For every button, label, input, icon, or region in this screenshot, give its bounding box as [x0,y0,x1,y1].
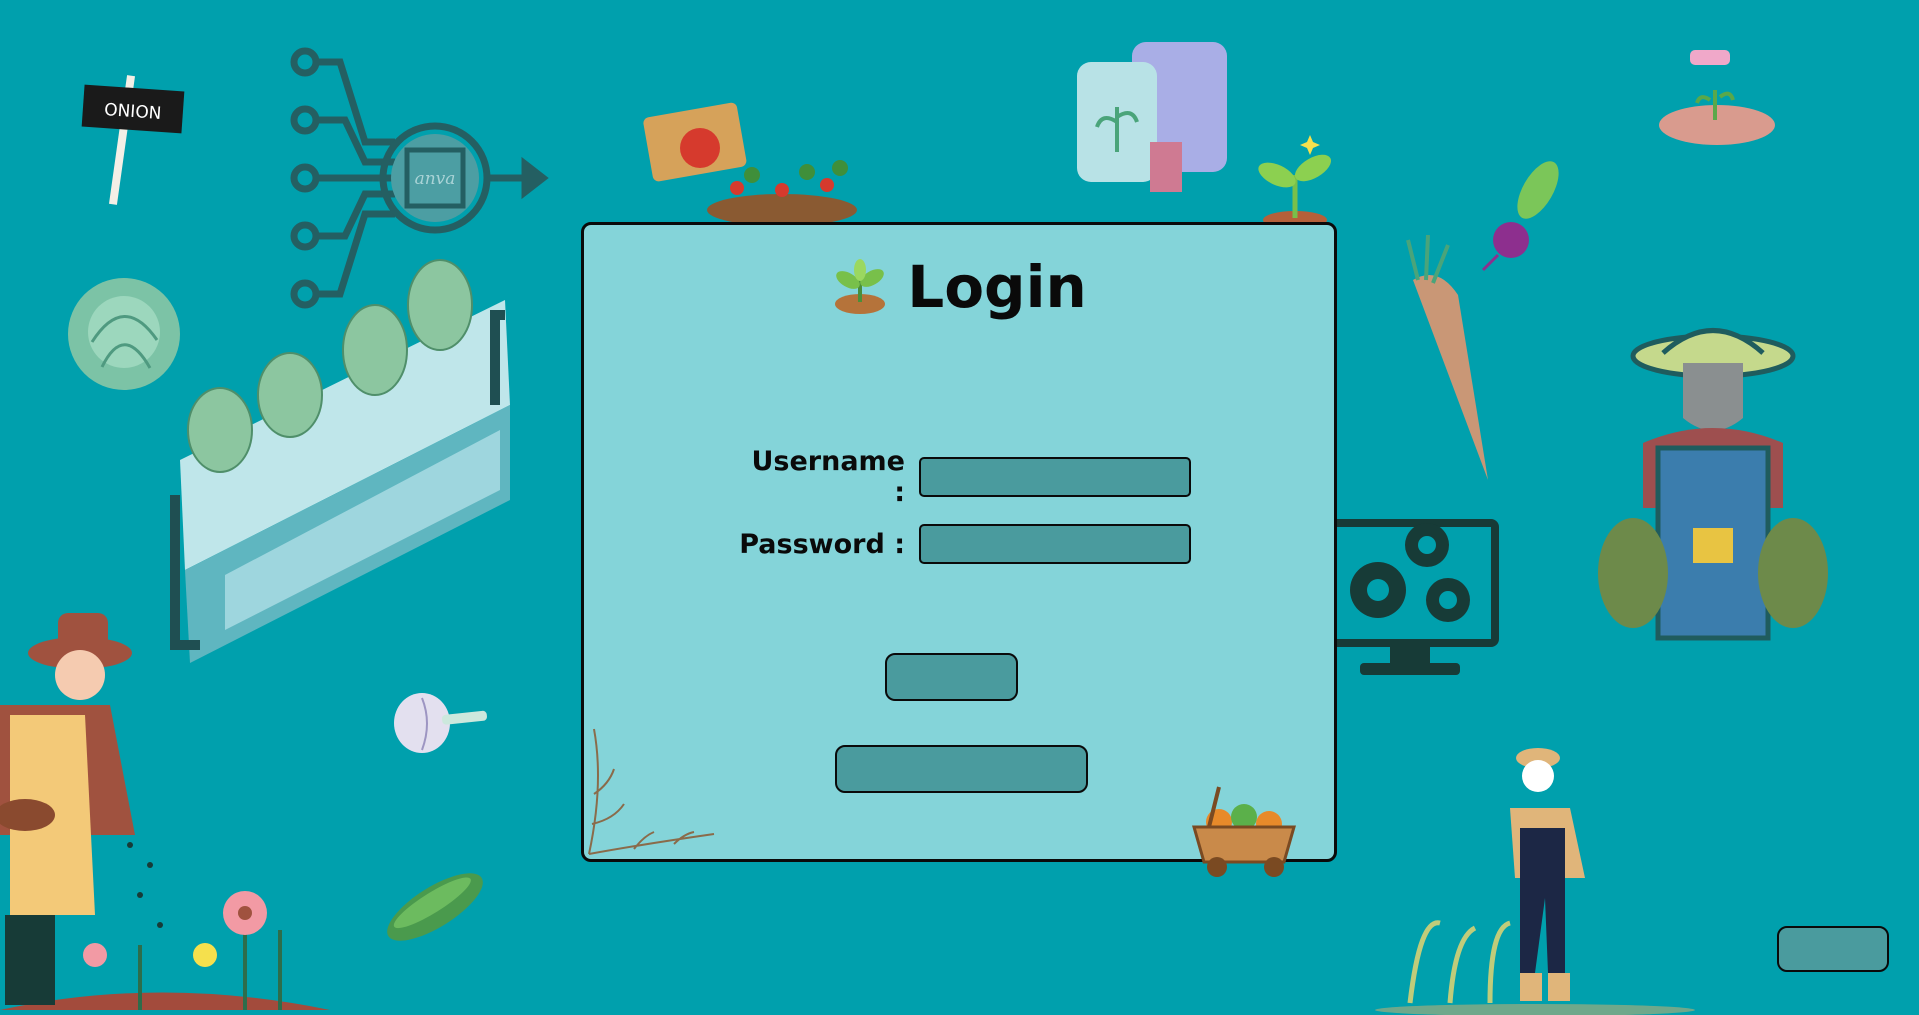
password-label: Password : [739,528,905,560]
farmer-sowing-illustration [0,613,330,1010]
login-panel: Login Username : Password : [581,222,1337,877]
farmer-standing-illustration [1375,748,1695,1015]
watering-plant-icon [1659,50,1775,145]
username-input[interactable] [919,457,1191,497]
login-header: Login [584,253,1334,321]
username-label-text: Username : [751,446,905,508]
branch-corner-icon [588,728,715,855]
tomato-sign-icon [643,102,857,226]
svg-text:anva: anva [415,169,456,189]
vegetable-cart-icon [1192,786,1296,877]
username-row-inner: Username : [584,446,1334,508]
plant-logo-icon [835,259,886,314]
farmer-holding-plants-illustration [1598,328,1828,641]
page-title: Login [907,253,1087,321]
cucumber-icon [387,873,483,941]
password-input[interactable] [919,524,1191,564]
password-row: Password : [584,524,1334,564]
fertilizer-bottles-icon [1077,42,1227,192]
sprout-icon [1258,135,1332,225]
svg-text:ONION: ONION [104,100,162,124]
computer-settings-icon [1321,519,1499,675]
carrot-icon [1406,235,1488,480]
login-button[interactable] [885,653,1018,701]
garlic-icon [394,693,487,753]
corner-button[interactable] [1777,926,1889,972]
onion-sign-icon: ONION [81,75,185,205]
secondary-button[interactable] [835,745,1088,793]
